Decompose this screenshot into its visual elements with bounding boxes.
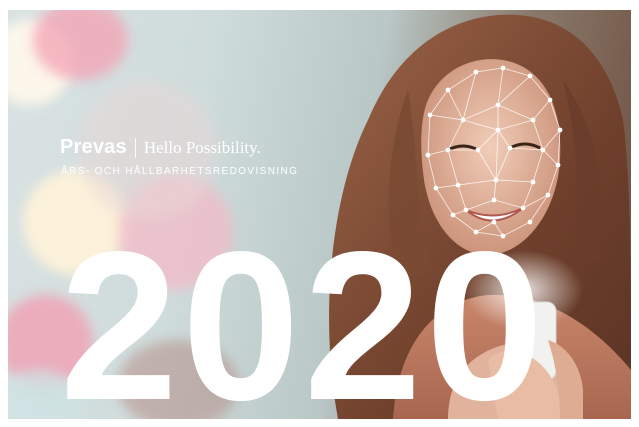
report-subtitle: ÅRS- OCH HÅLLBARHETSREDOVISNING xyxy=(61,166,299,177)
report-year: 2020 xyxy=(60,207,548,420)
brand-lockup: Prevas Hello Possibility. xyxy=(60,136,261,159)
brand-tagline: Hello Possibility. xyxy=(143,137,261,157)
page: Prevas Hello Possibility. ÅRS- OCH HÅLLB… xyxy=(0,0,639,427)
brand-divider xyxy=(134,137,136,158)
prevas-logo: Prevas xyxy=(60,136,127,158)
report-cover: Prevas Hello Possibility. ÅRS- OCH HÅLLB… xyxy=(8,10,631,419)
